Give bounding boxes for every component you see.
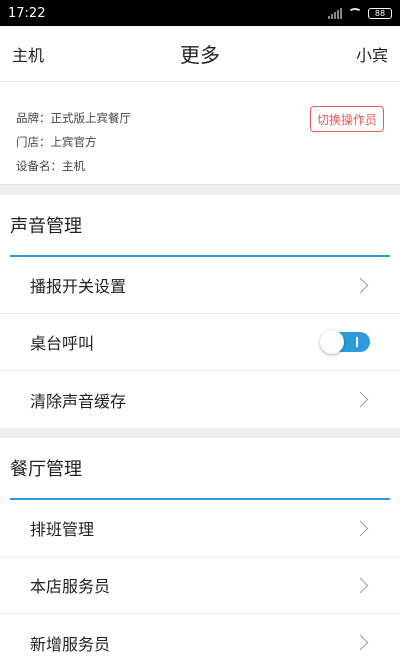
app-header: 主机 更多 小宾 <box>0 26 400 82</box>
switch-operator-button[interactable]: 切换操作员 <box>309 106 384 132</box>
store-info-card: 品牌：正式版上宾餐厅 门店：上宾官方 设备名：主机 切换操作员 <box>0 82 400 185</box>
row-label: 新增服务员 <box>30 634 111 654</box>
store-waiters-row[interactable]: 本店服务员 <box>0 557 400 614</box>
row-label: 本店服务员 <box>30 577 111 596</box>
wifi-icon <box>348 8 362 18</box>
device-text: 设备名：主机 <box>16 159 85 173</box>
table-call-toggle[interactable] <box>320 330 370 354</box>
restaurant-section: 餐厅管理 排班管理 本店服务员 新增服务员 <box>0 438 400 661</box>
section-gap <box>0 428 400 438</box>
row-label: 播报开关设置 <box>30 277 127 296</box>
chevron-right-icon <box>352 577 369 593</box>
restaurant-section-title: 餐厅管理 <box>10 459 82 480</box>
schedule-row[interactable]: 排班管理 <box>0 500 400 557</box>
status-icons: 88 <box>328 7 392 19</box>
battery-icon: 88 <box>368 7 392 19</box>
clear-sound-cache-row[interactable]: 清除声音缓存 <box>0 371 400 428</box>
row-label: 桌台呼叫 <box>30 334 95 353</box>
page-title: 更多 <box>180 43 220 67</box>
signal-icon <box>328 7 342 19</box>
status-time: 17:22 <box>8 5 46 21</box>
chevron-right-icon <box>352 391 369 408</box>
section-gap <box>0 185 400 195</box>
store-text: 门店：上宾官方 <box>16 135 97 149</box>
row-label: 排班管理 <box>30 520 95 539</box>
row-label: 清除声音缓存 <box>30 391 127 411</box>
chevron-right-icon <box>352 520 369 536</box>
broadcast-settings-row[interactable]: 播报开关设置 <box>0 257 400 314</box>
toggle-knob <box>320 330 344 354</box>
user-button[interactable]: 小宾 <box>356 42 388 66</box>
toggle-on-mark <box>356 337 358 347</box>
table-call-row: 桌台呼叫 <box>0 314 400 371</box>
sound-section-title: 声音管理 <box>10 216 82 237</box>
status-bar: 17:22 88 <box>0 0 400 26</box>
chevron-right-icon <box>352 277 369 293</box>
battery-level: 88 <box>374 8 386 18</box>
host-button[interactable]: 主机 <box>12 42 44 66</box>
chevron-right-icon <box>352 634 369 651</box>
sound-section: 声音管理 播报开关设置 桌台呼叫 清除声音缓存 <box>0 195 400 428</box>
add-waiter-row[interactable]: 新增服务员 <box>0 614 400 661</box>
